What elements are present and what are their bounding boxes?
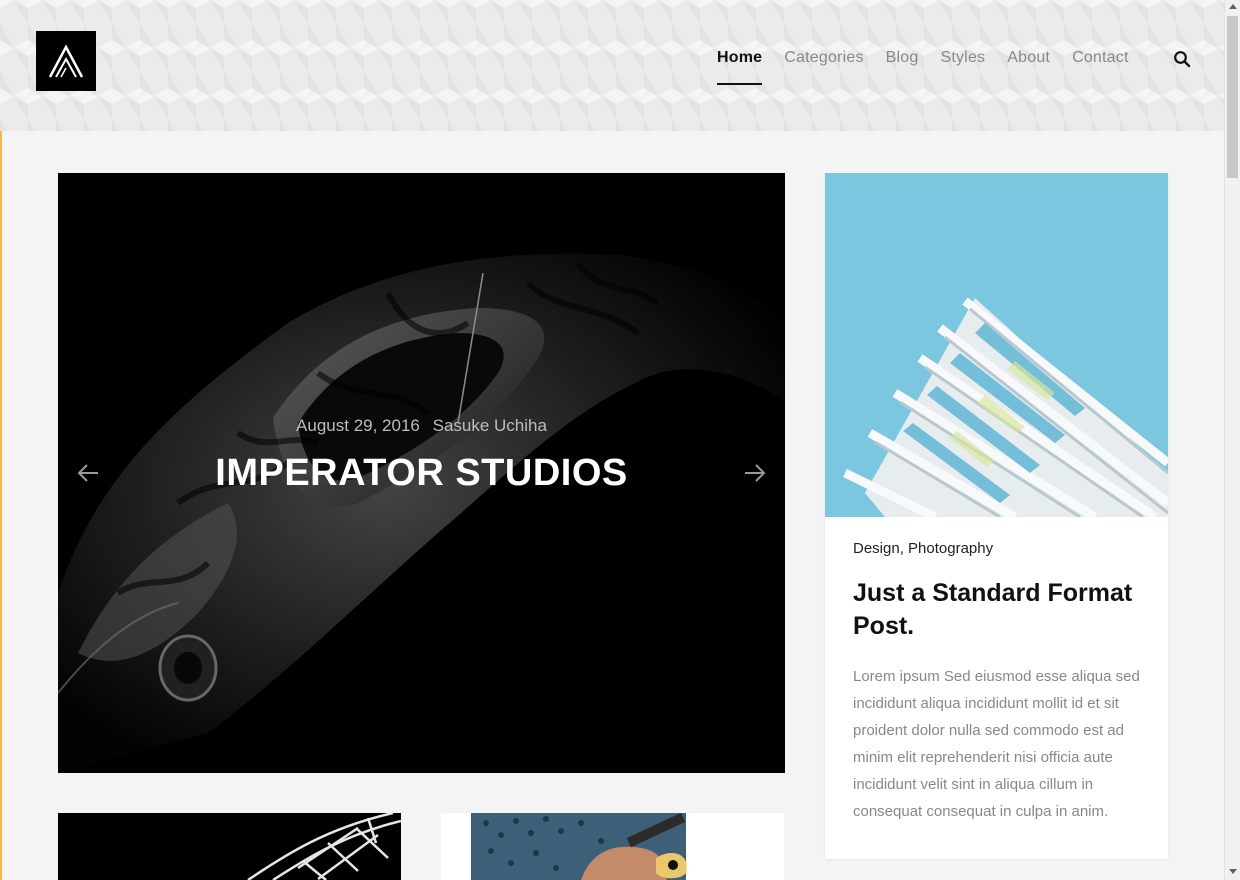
nav-categories[interactable]: Categories: [784, 48, 863, 84]
scroll-thumb[interactable]: [1227, 16, 1238, 178]
post-card-ferris-wheel[interactable]: [58, 813, 401, 880]
search-icon: [1174, 51, 1191, 68]
site-logo[interactable]: [36, 31, 96, 91]
hero-title[interactable]: IMPERATOR STUDIOS: [58, 452, 785, 495]
logo-mark-icon: [48, 44, 84, 78]
post-excerpt: Lorem ipsum Sed eiusmod esse aliqua sed …: [853, 668, 1140, 820]
slider-next-button[interactable]: [743, 462, 767, 484]
nav-contact[interactable]: Contact: [1072, 48, 1129, 84]
scroll-down-arrow-icon[interactable]: [1229, 869, 1237, 874]
nav-about[interactable]: About: [1007, 48, 1050, 84]
nav-blog[interactable]: Blog: [886, 48, 919, 84]
hero-author-text[interactable]: Sasuke Uchiha: [433, 416, 547, 435]
page: Home Categories Blog Styles About Contac…: [0, 0, 1240, 880]
arrow-left-icon: [77, 464, 98, 482]
building-image: [825, 173, 1168, 517]
edge-accent: [0, 0, 2, 880]
page-scrollbar[interactable]: [1224, 0, 1240, 880]
slider-prev-button[interactable]: [76, 462, 100, 484]
main-nav: Home Categories Blog Styles About Contac…: [717, 48, 1151, 85]
site-header: Home Categories Blog Styles About Contac…: [0, 0, 1224, 131]
hero-date-text: August 29, 2016: [296, 416, 420, 435]
arrow-right-icon: [745, 464, 766, 482]
scroll-up-arrow-icon[interactable]: [1229, 4, 1237, 9]
guitarist-image: [441, 813, 784, 880]
post-thumbnail[interactable]: [825, 173, 1168, 517]
post-card-guitarist[interactable]: [441, 813, 784, 880]
hero-meta-overlay: August 29, 2016 Sasuke Uchiha: [58, 416, 785, 436]
post-title[interactable]: Just a Standard Format Post.: [853, 577, 1153, 643]
nav-styles[interactable]: Styles: [940, 48, 985, 84]
post-categories[interactable]: Design, Photography: [853, 540, 993, 557]
featured-post-card: Design, Photography Just a Standard Form…: [825, 173, 1168, 859]
nav-home[interactable]: Home: [717, 48, 763, 85]
ferris-wheel-image: [58, 813, 401, 880]
search-button[interactable]: [1173, 50, 1191, 68]
